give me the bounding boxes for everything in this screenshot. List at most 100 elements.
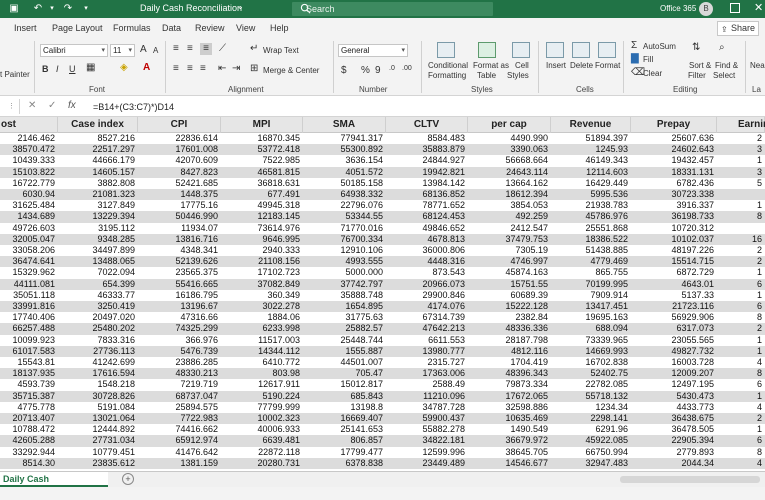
table-cell[interactable]: 13664.162: [468, 178, 551, 189]
table-cell[interactable]: 79873.334: [468, 379, 551, 390]
insert-function-button[interactable]: fx: [68, 100, 76, 111]
column-header[interactable]: CPI: [138, 117, 221, 133]
table-cell[interactable]: 6030.94: [0, 189, 58, 200]
table-cell[interactable]: 12009.207: [631, 368, 717, 379]
table-cell[interactable]: 3022.278: [221, 301, 303, 312]
horizontal-scrollbar[interactable]: [620, 476, 760, 483]
table-cell[interactable]: 10002.323: [221, 413, 303, 424]
table-cell[interactable]: 5191.084: [58, 402, 138, 413]
table-cell[interactable]: 688.094: [551, 323, 631, 334]
table-cell[interactable]: 52402.75: [551, 368, 631, 379]
table-cell[interactable]: 705.47: [303, 368, 386, 379]
table-cell[interactable]: 654.399: [58, 279, 138, 290]
conditional-formatting-icon[interactable]: [437, 42, 455, 58]
table-cell[interactable]: 36474.641: [0, 256, 58, 267]
table-cell[interactable]: 20966.073: [386, 279, 468, 290]
table-cell[interactable]: 15103.822: [0, 167, 58, 178]
table-cell[interactable]: 17601.008: [138, 144, 221, 155]
table-cell[interactable]: 12617.911: [221, 379, 303, 390]
table-cell[interactable]: 56668.664: [468, 155, 551, 166]
table-cell[interactable]: 30723.338: [631, 189, 717, 200]
align-bottom-icon[interactable]: ≡: [200, 43, 212, 55]
table-cell[interactable]: 12444.892: [58, 424, 138, 435]
column-header[interactable]: Case index: [58, 117, 138, 133]
underline-button[interactable]: U: [69, 64, 76, 74]
percent-button[interactable]: %: [361, 65, 370, 76]
table-cell[interactable]: 11517.003: [221, 335, 303, 346]
wrap-text-icon[interactable]: ↵: [250, 43, 258, 55]
table-cell[interactable]: 21938.783: [551, 200, 631, 211]
table-cell[interactable]: 1: [717, 267, 765, 278]
table-cell[interactable]: 492.259: [468, 211, 551, 222]
table-cell[interactable]: 68136.852: [386, 189, 468, 200]
restore-icon[interactable]: [730, 3, 740, 13]
table-cell[interactable]: 10788.472: [0, 424, 58, 435]
table-cell[interactable]: 7305.19: [468, 245, 551, 256]
table-cell[interactable]: 12114.603: [551, 167, 631, 178]
table-cell[interactable]: 17740.406: [0, 312, 58, 323]
table-cell[interactable]: 4433.773: [631, 402, 717, 413]
table-cell[interactable]: 803.98: [221, 368, 303, 379]
table-cell[interactable]: 8: [717, 447, 765, 458]
table-cell[interactable]: 46149.343: [551, 155, 631, 166]
table-cell[interactable]: 2: [717, 256, 765, 267]
table-cell[interactable]: 13980.777: [386, 346, 468, 357]
table-cell[interactable]: 23886.285: [138, 357, 221, 368]
table-cell[interactable]: 5430.473: [631, 391, 717, 402]
table-cell[interactable]: 49945.318: [221, 200, 303, 211]
table-cell[interactable]: 1490.549: [468, 424, 551, 435]
table-cell[interactable]: 6233.998: [221, 323, 303, 334]
table-cell[interactable]: 40006.933: [221, 424, 303, 435]
table-cell[interactable]: 3854.053: [468, 200, 551, 211]
table-cell[interactable]: 1: [717, 346, 765, 357]
table-cell[interactable]: 865.755: [551, 267, 631, 278]
table-cell[interactable]: 10720.312: [631, 223, 717, 234]
fill-button[interactable]: Fill: [643, 55, 653, 64]
table-cell[interactable]: 35883.879: [386, 144, 468, 155]
table-cell[interactable]: 5: [717, 178, 765, 189]
table-cell[interactable]: 685.843: [303, 391, 386, 402]
table-cell[interactable]: 23835.612: [58, 458, 138, 469]
table-cell[interactable]: 4: [717, 402, 765, 413]
table-cell[interactable]: 61017.583: [0, 346, 58, 357]
table-cell[interactable]: 2146.462: [0, 133, 58, 144]
borders-icon[interactable]: ▦: [86, 62, 95, 74]
table-cell[interactable]: 19695.163: [551, 312, 631, 323]
table-cell[interactable]: 3390.063: [468, 144, 551, 155]
cancel-entry-button[interactable]: ✕: [28, 100, 36, 111]
table-cell[interactable]: 1434.689: [0, 211, 58, 222]
cell-styles-icon[interactable]: [512, 42, 530, 58]
column-header[interactable]: CLTV: [386, 117, 468, 133]
table-cell[interactable]: 1: [717, 200, 765, 211]
table-cell[interactable]: 76700.334: [303, 234, 386, 245]
table-cell[interactable]: 2: [717, 413, 765, 424]
table-cell[interactable]: 806.857: [303, 435, 386, 446]
table-cell[interactable]: 3127.849: [58, 200, 138, 211]
table-cell[interactable]: 1: [717, 424, 765, 435]
table-cell[interactable]: 6: [717, 435, 765, 446]
table-cell[interactable]: 1245.93: [551, 144, 631, 155]
table-cell[interactable]: 44501.007: [303, 357, 386, 368]
italic-button[interactable]: I: [56, 64, 59, 74]
table-cell[interactable]: [717, 189, 765, 200]
table-cell[interactable]: 4812.116: [468, 346, 551, 357]
table-cell[interactable]: 25141.653: [303, 424, 386, 435]
table-cell[interactable]: 14605.157: [58, 167, 138, 178]
table-cell[interactable]: 32598.886: [468, 402, 551, 413]
column-header[interactable]: ost: [0, 117, 58, 133]
table-cell[interactable]: 17363.006: [386, 368, 468, 379]
table-cell[interactable]: 47316.66: [138, 312, 221, 323]
table-cell[interactable]: 6291.96: [551, 424, 631, 435]
table-cell[interactable]: 4593.739: [0, 379, 58, 390]
format-painter-label[interactable]: t Painter: [0, 70, 30, 79]
table-cell[interactable]: 19432.457: [631, 155, 717, 166]
table-cell[interactable]: 23565.375: [138, 267, 221, 278]
table-cell[interactable]: 22796.076: [303, 200, 386, 211]
table-cell[interactable]: 77941.317: [303, 133, 386, 144]
table-cell[interactable]: 12183.145: [221, 211, 303, 222]
share-button[interactable]: ⇪ Share: [717, 21, 759, 36]
table-cell[interactable]: 13229.394: [58, 211, 138, 222]
table-cell[interactable]: 8: [717, 211, 765, 222]
chevron-down-icon[interactable]: ⌄: [237, 2, 244, 11]
table-cell[interactable]: 51438.885: [551, 245, 631, 256]
